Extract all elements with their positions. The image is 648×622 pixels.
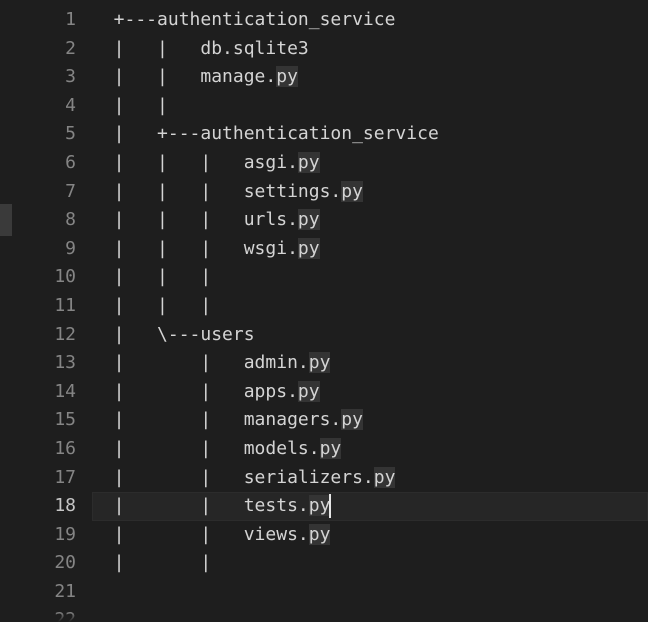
code-text: | \---users [92, 323, 255, 345]
line-number: 3 [65, 66, 76, 88]
match-highlight: py [276, 66, 298, 88]
match-highlight: py [308, 352, 331, 374]
code-text: | | manage. [92, 66, 277, 88]
code-line[interactable] [92, 578, 648, 607]
line-number: 7 [65, 180, 76, 202]
line-number: 4 [65, 94, 76, 116]
match-highlight: py [319, 437, 342, 459]
code-line[interactable]: +---authentication_service [92, 6, 648, 35]
code-line[interactable]: | | | urls.py [92, 206, 648, 235]
code-text: | | | wsgi. [92, 237, 298, 259]
bottom-fade [0, 612, 648, 622]
code-line[interactable]: | | [92, 549, 648, 578]
match-highlight: py [297, 209, 320, 231]
code-line[interactable]: | | models.py [92, 435, 648, 464]
code-line[interactable]: | | | [92, 263, 648, 292]
match-highlight: py [297, 151, 320, 173]
code-line[interactable]: | | | [92, 292, 648, 321]
code-text: | | models. [92, 437, 320, 459]
match-highlight: py [373, 466, 396, 488]
code-text: | | | asgi. [92, 151, 298, 173]
line-number: 13 [54, 352, 76, 374]
scroll-indicator [0, 204, 12, 236]
line-number: 17 [54, 466, 76, 488]
line-number: 11 [54, 294, 76, 316]
line-number: 10 [54, 266, 76, 288]
code-text: | | | settings. [92, 180, 342, 202]
code-line[interactable]: | | tests.py [92, 492, 648, 521]
code-line[interactable]: | | | wsgi.py [92, 235, 648, 264]
line-number: 6 [65, 151, 76, 173]
match-highlight: py [341, 409, 363, 431]
line-number: 15 [54, 409, 76, 431]
code-editor[interactable]: 12345678910111213141516171819202122 +---… [0, 0, 648, 622]
code-line[interactable]: | | | settings.py [92, 178, 648, 207]
line-number: 9 [65, 237, 76, 259]
line-number: 2 [65, 37, 76, 59]
code-line[interactable]: | | apps.py [92, 378, 648, 407]
code-line[interactable]: | | managers.py [92, 406, 648, 435]
code-text: | | apps. [92, 380, 298, 402]
line-number: 18 [54, 495, 76, 517]
code-text: | | | [92, 266, 212, 288]
text-cursor [329, 494, 332, 519]
code-line[interactable]: | | serializers.py [92, 464, 648, 493]
code-line[interactable]: | +---authentication_service [92, 120, 648, 149]
code-text: | | views. [92, 523, 309, 545]
code-text: | | [92, 94, 168, 116]
line-number: 19 [54, 523, 76, 545]
code-line[interactable]: | | [92, 92, 648, 121]
line-number-gutter: 12345678910111213141516171819202122 [12, 6, 90, 622]
code-area[interactable]: +---authentication_service | | db.sqlite… [92, 6, 648, 622]
code-text: | | | [92, 294, 212, 316]
code-text: | | managers. [92, 409, 342, 431]
code-line[interactable]: | | admin.py [92, 349, 648, 378]
line-number: 12 [54, 323, 76, 345]
match-highlight: py [297, 237, 320, 259]
match-highlight: py [308, 495, 331, 517]
code-line[interactable]: | | db.sqlite3 [92, 35, 648, 64]
line-number: 5 [65, 123, 76, 145]
line-number: 21 [54, 580, 76, 602]
code-text: | | [92, 552, 212, 574]
line-number: 20 [54, 552, 76, 574]
match-highlight: py [297, 380, 320, 402]
match-highlight: py [341, 180, 363, 202]
line-number: 1 [65, 9, 76, 30]
code-line[interactable]: | | views.py [92, 521, 648, 550]
code-line[interactable]: | | manage.py [92, 63, 648, 92]
code-text: | +---authentication_service [92, 123, 439, 145]
code-text: | | serializers. [92, 466, 374, 488]
line-number: 14 [54, 380, 76, 402]
line-number: 8 [65, 209, 76, 231]
code-line[interactable]: | | | asgi.py [92, 149, 648, 178]
code-text: | | tests. [92, 495, 309, 517]
code-text: | | db.sqlite3 [92, 37, 309, 59]
code-text: | | admin. [92, 352, 309, 374]
match-highlight: py [308, 523, 331, 545]
line-number: 16 [54, 437, 76, 459]
code-line[interactable]: | \---users [92, 321, 648, 350]
code-text: +---authentication_service [92, 9, 396, 30]
code-text: | | | urls. [92, 209, 298, 231]
